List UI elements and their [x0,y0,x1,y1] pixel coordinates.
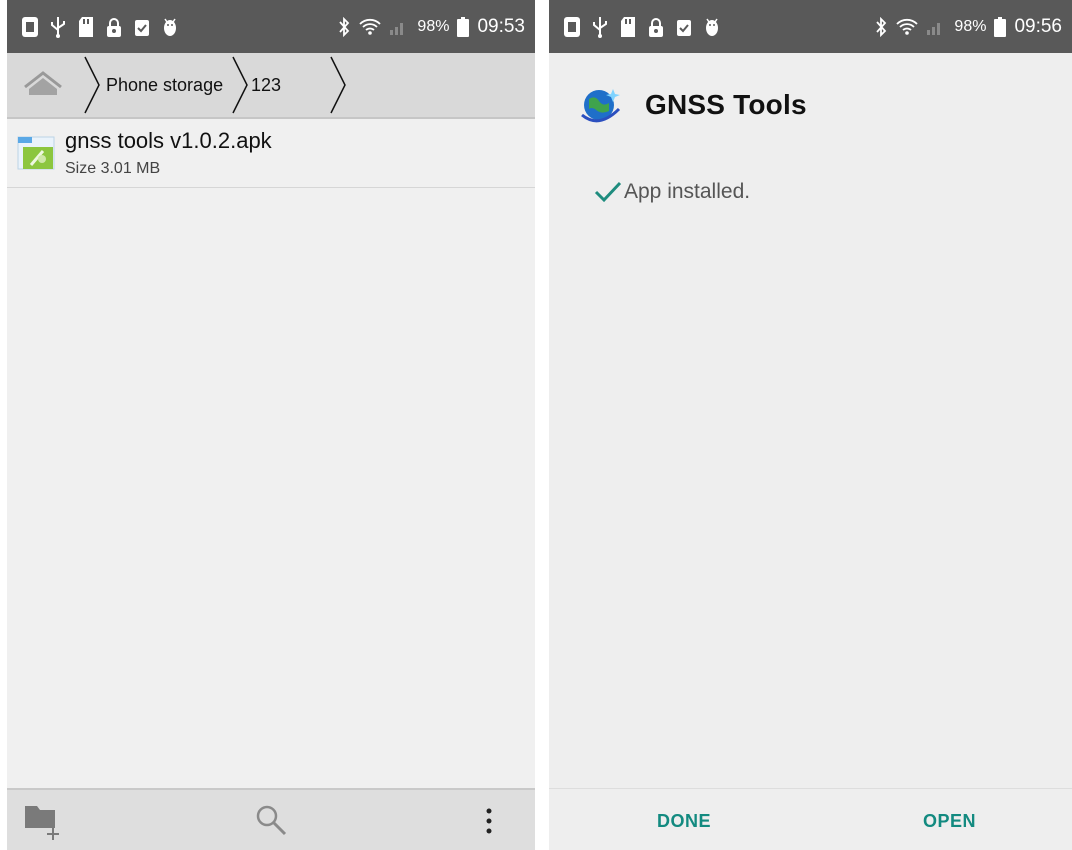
app-name: GNSS Tools [645,89,807,120]
new-folder-icon[interactable] [23,802,63,840]
sim-icon [564,16,580,37]
battery-percent: 98% [954,17,987,35]
search-icon[interactable] [255,804,287,836]
battery-icon [457,16,470,37]
bluetooth-icon [876,16,887,37]
signal-icon [390,22,404,35]
clipboard-icon [677,19,691,36]
check-icon [594,181,622,203]
usb-icon [593,16,607,38]
home-icon[interactable] [23,69,63,101]
app-header: GNSS Tools [549,53,1072,153]
gnss-globe-icon [581,89,621,123]
file-size: Size 3.01 MB [65,160,161,177]
clipboard-icon [135,19,149,36]
sim-icon [22,16,38,37]
file-name: gnss tools v1.0.2.apk [65,128,272,153]
wifi-icon [359,18,382,35]
installer-screen: 98% 09:56 GNSS Tools App installed. DONE… [549,0,1072,850]
install-status-text: App installed. [624,180,751,203]
wifi-icon [896,18,919,35]
battery-percent: 98% [417,17,450,35]
breadcrumb-separator-icon [84,56,100,114]
lock-icon [649,17,663,37]
open-button[interactable]: OPEN [923,811,976,832]
lock-icon [107,17,121,37]
usb-icon [51,16,65,38]
status-bar: 98% 09:56 [549,0,1072,53]
file-manager-screen: 98% 09:53 Phone storage 123 gnss tools v… [7,0,535,850]
status-bar: 98% 09:53 [7,0,535,53]
apk-file-icon [17,136,55,170]
list-item[interactable]: gnss tools v1.0.2.apk Size 3.01 MB [7,119,535,188]
done-button[interactable]: DONE [657,811,711,832]
breadcrumb-item-phone-storage[interactable]: Phone storage [106,53,223,117]
battery-icon [994,16,1007,37]
android-debug-icon [706,18,718,36]
breadcrumb-separator-icon [330,56,346,114]
action-bar: DONE OPEN [549,788,1072,850]
sd-card-icon [79,16,93,37]
signal-icon [927,22,941,35]
clock: 09:53 [477,15,525,37]
clock: 09:56 [1014,15,1062,37]
android-debug-icon [164,18,176,36]
bluetooth-icon [339,16,350,37]
breadcrumb-item-123[interactable]: 123 [251,53,281,117]
bottom-toolbar [7,788,535,850]
breadcrumb: Phone storage 123 [7,53,535,119]
breadcrumb-separator-icon [232,56,248,114]
more-options-icon[interactable] [481,806,497,836]
sd-card-icon [621,16,635,37]
